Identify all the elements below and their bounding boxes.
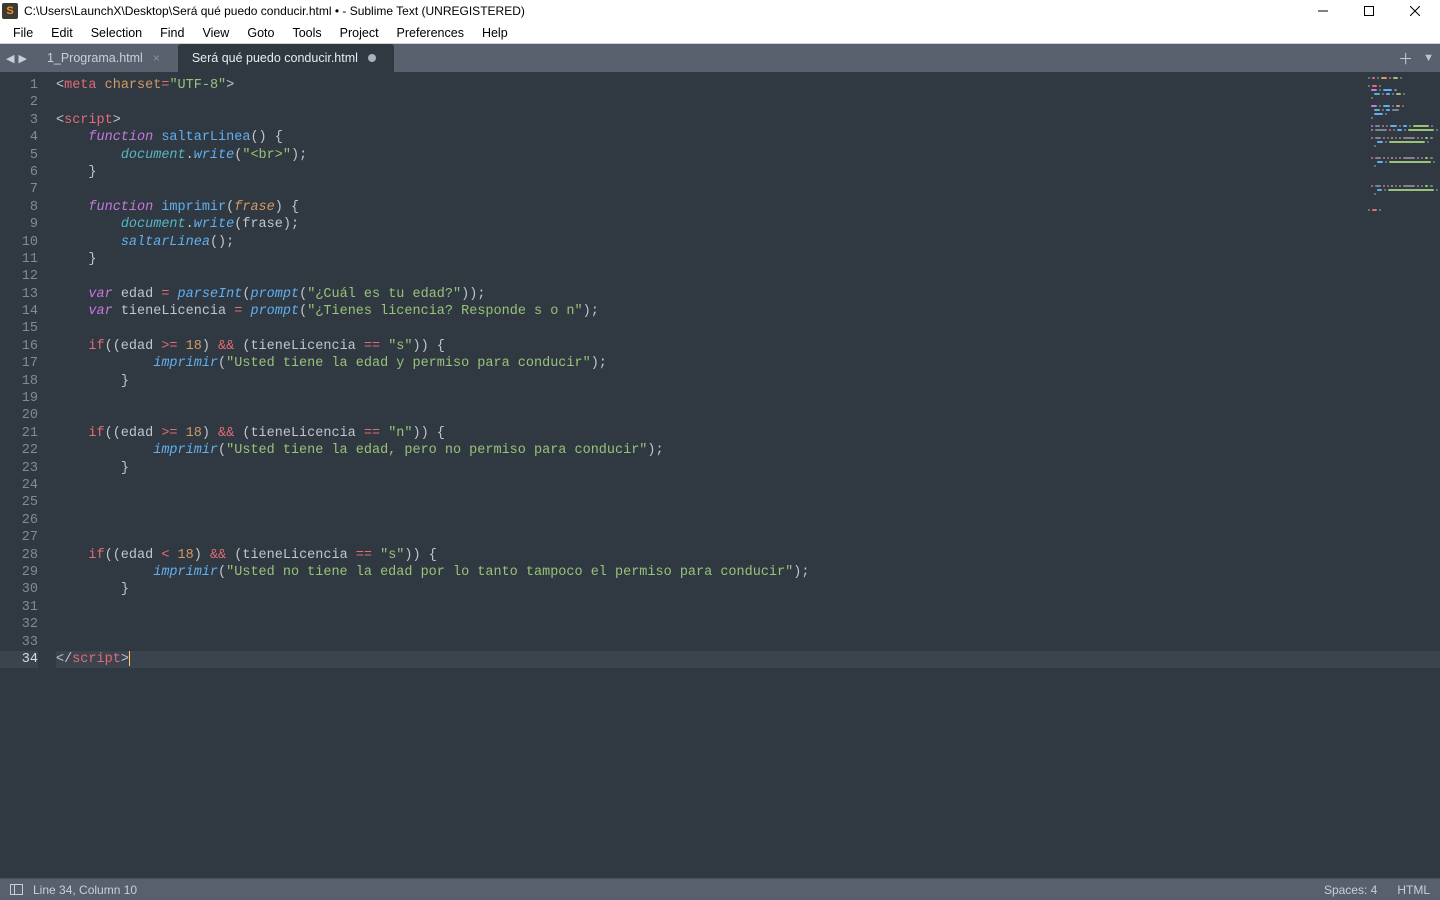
- tab-strip: ◀ ▶ 1_Programa.html × Será qué puedo condu…: [0, 44, 1440, 72]
- menubar: FileEditSelectionFindViewGotoToolsProjec…: [0, 22, 1440, 44]
- editor-area: 1234567891011121314151617181920212223242…: [0, 72, 1440, 878]
- status-position: Line 34, Column 10: [33, 883, 137, 897]
- tab-label: 1_Programa.html: [47, 51, 143, 65]
- menu-tools[interactable]: Tools: [283, 24, 330, 42]
- menu-edit[interactable]: Edit: [42, 24, 82, 42]
- line-gutter: 1234567891011121314151617181920212223242…: [0, 72, 48, 878]
- close-tab-icon[interactable]: ×: [153, 52, 160, 64]
- unsaved-dot-icon: [368, 54, 376, 62]
- tab[interactable]: Será qué puedo conducir.html: [178, 44, 394, 72]
- status-syntax[interactable]: HTML: [1397, 883, 1430, 897]
- window-title: C:\Users\LaunchX\Desktop\Será qué puedo …: [24, 4, 525, 18]
- window-titlebar: S C:\Users\LaunchX\Desktop\Será qué pued…: [0, 0, 1440, 22]
- app-logo-icon: S: [2, 3, 18, 19]
- tab[interactable]: 1_Programa.html ×: [33, 44, 178, 72]
- menu-preferences[interactable]: Preferences: [388, 24, 473, 42]
- window-maximize-button[interactable]: [1346, 0, 1392, 22]
- menu-file[interactable]: File: [4, 24, 42, 42]
- menu-view[interactable]: View: [193, 24, 238, 42]
- nav-back-icon[interactable]: ◀: [6, 52, 14, 65]
- new-tab-button[interactable]: ＋: [1398, 48, 1413, 69]
- status-indent[interactable]: Spaces: 4: [1324, 883, 1377, 897]
- menu-goto[interactable]: Goto: [238, 24, 283, 42]
- nav-forward-icon[interactable]: ▶: [18, 52, 26, 65]
- window-close-button[interactable]: [1392, 0, 1438, 22]
- menu-project[interactable]: Project: [331, 24, 388, 42]
- tab-label: Será qué puedo conducir.html: [192, 51, 358, 65]
- code-editor[interactable]: <meta charset="UTF-8"><script> function …: [48, 72, 1440, 878]
- menu-selection[interactable]: Selection: [82, 24, 151, 42]
- panel-switch-icon[interactable]: [10, 884, 23, 895]
- statusbar: Line 34, Column 10 Spaces: 4 HTML: [0, 878, 1440, 900]
- tab-dropdown-icon[interactable]: ▼: [1423, 52, 1434, 64]
- window-minimize-button[interactable]: [1300, 0, 1346, 22]
- menu-help[interactable]: Help: [473, 24, 517, 42]
- menu-find[interactable]: Find: [151, 24, 193, 42]
